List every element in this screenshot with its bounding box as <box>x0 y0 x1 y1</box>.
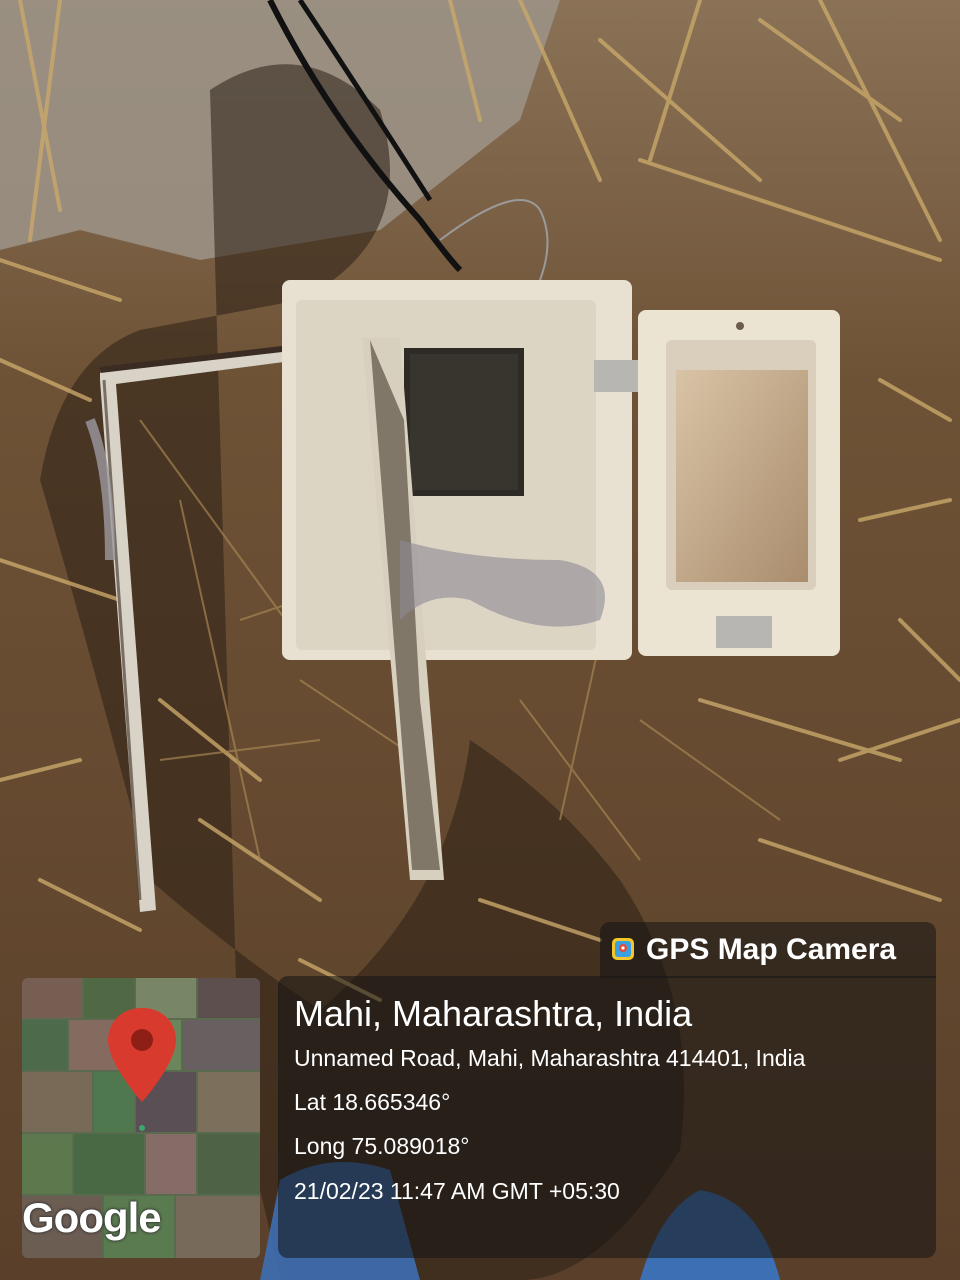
latitude-label: Lat 18.665346° <box>294 1089 451 1115</box>
location-address: Unnamed Road, Mahi, Maharashtra 414401, … <box>294 1045 806 1071</box>
app-name-label: GPS Map Camera <box>646 933 897 966</box>
longitude-label: Long 75.089018° <box>294 1133 470 1159</box>
datetime-label: 21/02/23 11:47 AM GMT +05:30 <box>294 1178 620 1204</box>
location-title: Mahi, Maharashtra, India <box>294 993 693 1034</box>
google-logo: Google <box>22 1194 162 1241</box>
gps-camera-app-icon <box>612 938 634 960</box>
